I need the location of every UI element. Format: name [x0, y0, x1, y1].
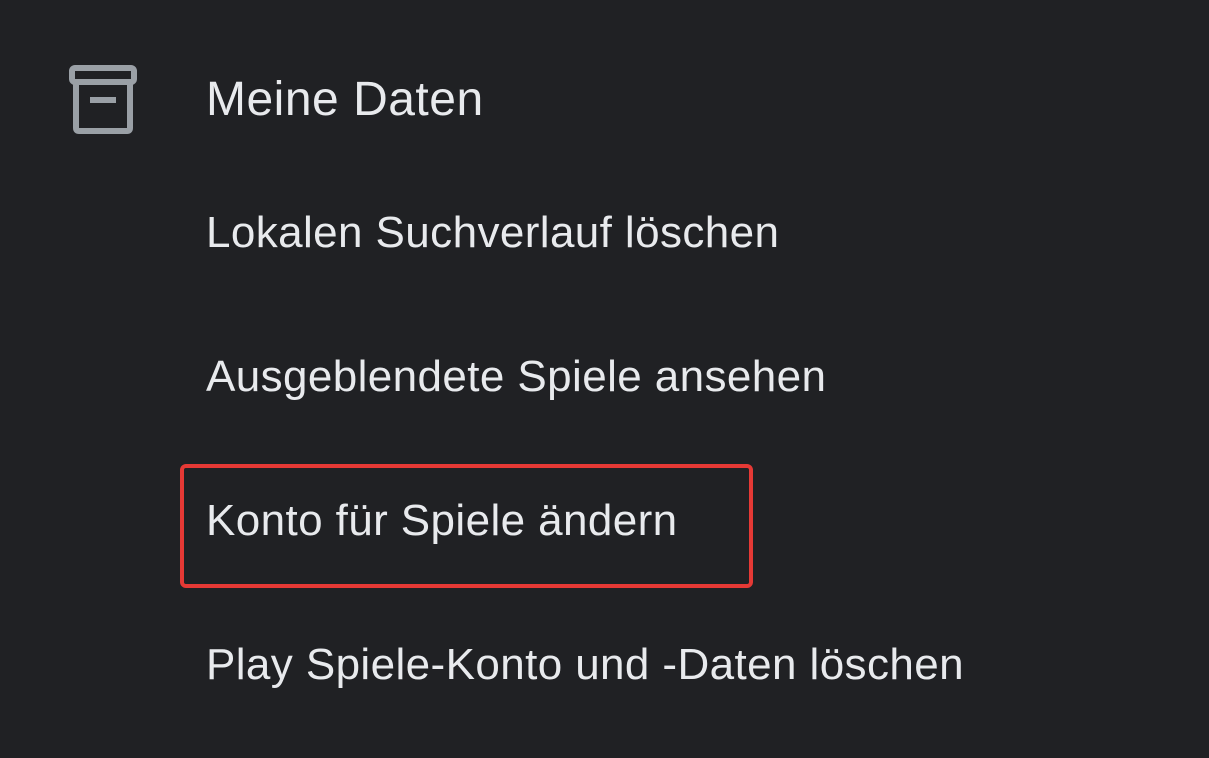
menu-item-change-games-account[interactable]: Konto für Spiele ändern [206, 491, 678, 551]
menu-item-delete-play-games-account-data[interactable]: Play Spiele-Konto und -Daten löschen [206, 635, 964, 695]
menu-item-view-hidden-games[interactable]: Ausgeblendete Spiele ansehen [206, 347, 826, 407]
settings-screen: Meine Daten Lokalen Suchverlauf löschen … [0, 0, 1209, 758]
menu-item-clear-local-search-history[interactable]: Lokalen Suchverlauf löschen [206, 203, 779, 263]
archive-icon [68, 64, 138, 136]
section-title: Meine Daten [206, 73, 484, 126]
